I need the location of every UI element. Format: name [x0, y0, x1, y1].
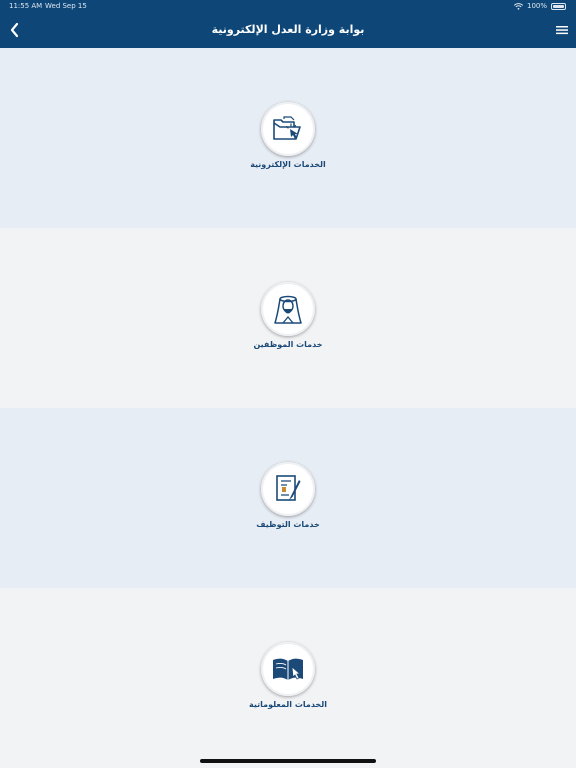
- folder-click-icon: [273, 116, 301, 140]
- status-bar: 11:55 AM Wed Sep 15 100%: [0, 0, 576, 13]
- wifi-icon: [513, 3, 523, 10]
- status-indicators: 100%: [513, 0, 566, 13]
- service-list: الخدمات الإلكترونية خدمات الموظفين خدمات…: [0, 48, 576, 768]
- top-bar: 11:55 AM Wed Sep 15 100% بوابة وزارة الع…: [0, 0, 576, 48]
- service-label: الخدمات المعلوماتية: [249, 700, 327, 709]
- service-section-electronic: الخدمات الإلكترونية: [0, 48, 576, 228]
- battery-icon: [551, 3, 566, 10]
- service-icon-circle: [261, 462, 315, 516]
- service-icon-circle: [261, 102, 315, 156]
- document-pen-icon: [276, 475, 301, 501]
- electronic-services-button[interactable]: الخدمات الإلكترونية: [238, 102, 338, 192]
- employee-person-icon: [274, 295, 302, 324]
- service-label: الخدمات الإلكترونية: [250, 160, 326, 169]
- navigation-bar: بوابة وزارة العدل الإلكترونية: [0, 13, 576, 48]
- service-icon-circle: [261, 642, 315, 696]
- service-section-recruitment: خدمات التوظيف: [0, 408, 576, 588]
- open-book-icon: [273, 658, 303, 680]
- home-indicator: [200, 759, 376, 763]
- chevron-left-icon: [10, 22, 19, 38]
- information-services-button[interactable]: الخدمات المعلوماتية: [238, 642, 338, 732]
- employee-services-button[interactable]: خدمات الموظفين: [238, 282, 338, 372]
- back-button[interactable]: [4, 18, 24, 42]
- recruitment-services-button[interactable]: خدمات التوظيف: [238, 462, 338, 552]
- battery-percent: 100%: [526, 2, 547, 10]
- service-label: خدمات الموظفين: [253, 340, 323, 349]
- service-section-information: الخدمات المعلوماتية: [0, 588, 576, 768]
- status-date: Wed Sep 15: [45, 2, 87, 10]
- service-section-employees: خدمات الموظفين: [0, 228, 576, 408]
- page-title: بوابة وزارة العدل الإلكترونية: [211, 23, 365, 36]
- menu-button[interactable]: [554, 20, 570, 40]
- status-time: 11:55 AM: [9, 2, 43, 10]
- hamburger-menu-icon: [556, 26, 568, 35]
- service-label: خدمات التوظيف: [256, 520, 320, 529]
- service-icon-circle: [261, 282, 315, 336]
- app-screen: 11:55 AM Wed Sep 15 100% بوابة وزارة الع…: [0, 0, 576, 768]
